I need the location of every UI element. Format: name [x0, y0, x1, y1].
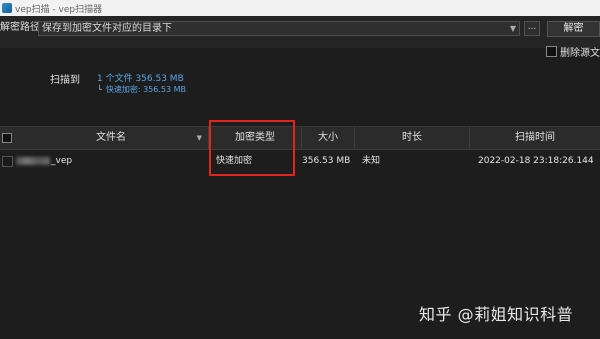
- browse-button[interactable]: ...: [524, 21, 540, 36]
- duration-cell: 未知: [362, 156, 381, 166]
- decrypt-path-label: 解密路径: [0, 22, 40, 33]
- scan-summary: 1 个文件 356.53 MB: [97, 74, 184, 84]
- delete-source-label: 删除源文件: [560, 48, 600, 59]
- scan-label: 扫描到: [50, 75, 80, 86]
- column-header-scan-time[interactable]: 扫描时间: [470, 127, 600, 149]
- column-label: 时长: [402, 132, 422, 143]
- decrypt-path-select[interactable]: 保存到加密文件对应的目录下 ▼: [38, 21, 520, 36]
- annotation-highlight-box: [209, 120, 295, 176]
- chevron-down-icon: ▼: [509, 24, 516, 33]
- app-icon: [2, 3, 12, 13]
- scrollbar[interactable]: [594, 151, 600, 339]
- decrypt-button[interactable]: 解密: [547, 21, 600, 37]
- delete-source-checkbox[interactable]: 删除源文件: [546, 44, 600, 59]
- title-bar: vep扫描 - vep扫描器: [0, 0, 600, 16]
- size-cell: 356.53 MB: [302, 156, 351, 166]
- column-header-filename[interactable]: 文件名 ▼: [14, 127, 209, 149]
- select-all-checkbox[interactable]: [2, 133, 12, 143]
- file-name-suffix: _vep: [51, 156, 73, 166]
- scan-fast-encrypt: └ 快速加密: 356.53 MB: [97, 84, 186, 95]
- table-header: 文件名 ▼ 加密类型 大小 时长 扫描时间: [0, 126, 600, 150]
- row-checkbox[interactable]: [2, 156, 13, 167]
- column-header-size[interactable]: 大小: [302, 127, 355, 149]
- column-header-duration[interactable]: 时长: [355, 127, 470, 149]
- column-label: 扫描时间: [515, 132, 555, 143]
- scan-time-cell: 2022-02-18 23:18:26.144: [478, 156, 594, 166]
- decrypt-path-value: 保存到加密文件对应的目录下: [42, 23, 172, 34]
- tree-branch-icon: └: [97, 85, 102, 94]
- table-row[interactable]: _vep 快速加密 356.53 MB 未知 2022-02-18 23:18:…: [0, 151, 600, 171]
- file-name-cell: _vep: [16, 151, 72, 171]
- window-title: vep扫描 - vep扫描器: [15, 4, 103, 15]
- column-label: 大小: [318, 132, 338, 143]
- scan-fast-encrypt-text: 快速加密: 356.53 MB: [105, 85, 186, 94]
- sort-icon: ▼: [196, 134, 202, 142]
- redacted-name: [16, 156, 50, 165]
- column-label: 文件名: [96, 132, 126, 143]
- checkbox-box[interactable]: [546, 46, 557, 57]
- watermark: 知乎 @莉姐知识科普: [419, 305, 574, 324]
